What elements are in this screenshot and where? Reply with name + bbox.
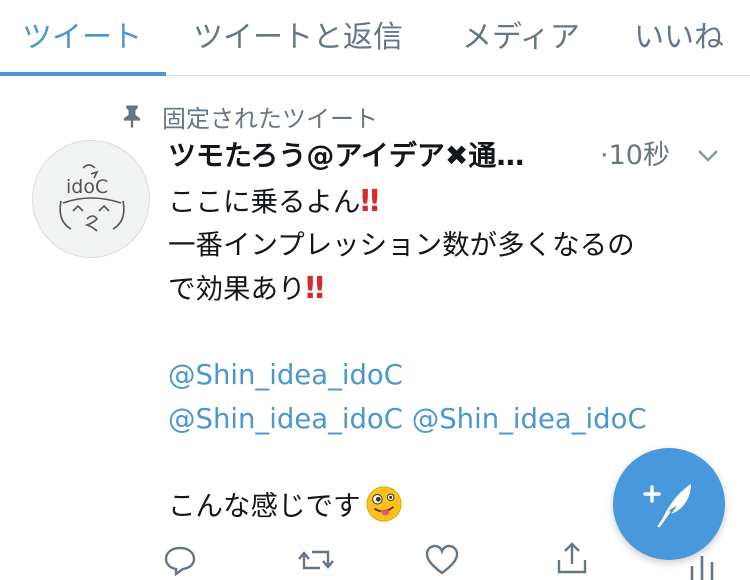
mention-link[interactable]: @Shin_idea_idoC xyxy=(168,359,403,391)
share-icon[interactable] xyxy=(552,540,592,580)
double-exclamation-emoji: ‼ xyxy=(305,271,325,306)
tweet-line-text: こんな感じです xyxy=(168,489,361,522)
avatar-text: idoC xyxy=(66,176,108,198)
like-icon[interactable] xyxy=(422,540,462,580)
mention-link[interactable]: @Shin_idea_idoC xyxy=(412,403,647,435)
tweet-line: @Shin_idea_idoC @Shin_idea_idoC xyxy=(168,398,728,442)
avatar[interactable]: idoC xyxy=(32,140,150,258)
tab-tweets[interactable]: ツイート xyxy=(22,12,142,56)
pinned-tweet-label: 固定されたツイート xyxy=(118,98,378,134)
active-tab-indicator xyxy=(0,72,166,76)
tab-media[interactable]: メディア xyxy=(462,12,580,56)
pin-icon xyxy=(123,105,141,128)
compose-tweet-button[interactable] xyxy=(613,448,725,560)
avatar-doodle: idoC xyxy=(59,164,125,232)
chevron-down-icon[interactable] xyxy=(696,148,720,164)
mention-link[interactable]: @Shin_idea_idoC xyxy=(168,403,403,435)
profile-tabs: ツイート ツイートと返信 メディア いいね xyxy=(0,0,750,76)
tweet-line: ここに乗るよん‼ xyxy=(168,180,728,224)
display-name[interactable]: ツモたろう@アイデア✖︎通… xyxy=(168,136,578,176)
tab-tweets-and-replies[interactable]: ツイートと返信 xyxy=(193,12,403,56)
retweet-icon[interactable] xyxy=(296,540,336,580)
double-exclamation-emoji: ‼ xyxy=(360,184,380,219)
compose-icon xyxy=(643,484,691,528)
tweet-header: ツモたろう@アイデア✖︎通… ·10秒 xyxy=(168,136,728,180)
tweet-line: で効果あり‼ xyxy=(168,267,728,311)
tweet-line-text: で効果あり xyxy=(168,273,306,305)
tab-likes[interactable]: いいね xyxy=(634,12,724,56)
tweet-line: 一番インプレッション数が多くなるの xyxy=(168,224,728,268)
zany-face-icon xyxy=(365,485,402,522)
tweet-line: @Shin_idea_idoC xyxy=(168,354,728,398)
pinned-label-text: 固定されたツイート xyxy=(162,104,378,133)
reply-icon[interactable] xyxy=(160,540,200,580)
tweet-time[interactable]: ·10秒 xyxy=(600,136,670,176)
tweet-line-text: 一番インプレッション数が多くなるの xyxy=(168,228,635,261)
tweet-line-text: ここに乗るよん xyxy=(168,186,361,218)
